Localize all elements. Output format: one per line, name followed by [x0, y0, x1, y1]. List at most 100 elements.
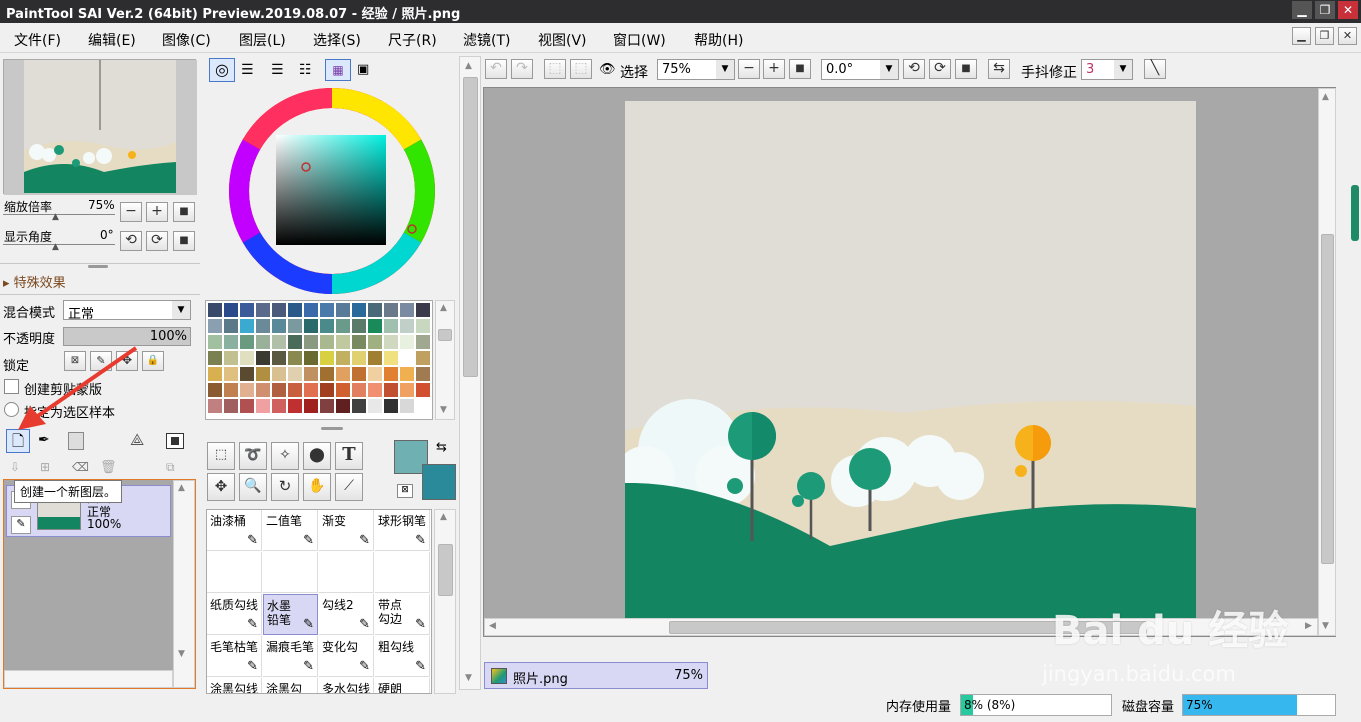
- panel-scrollbar[interactable]: ▲ ▼: [459, 56, 481, 690]
- color-swatch[interactable]: [272, 319, 286, 333]
- splitter-handle[interactable]: [321, 427, 343, 430]
- brush-tool-slot[interactable]: 二值笔 ✎: [263, 510, 318, 551]
- new-vector-layer-icon[interactable]: ✒: [38, 432, 50, 448]
- color-swatch[interactable]: [384, 319, 398, 333]
- brush-tool-slot[interactable]: 纸质勾线 ✎: [207, 594, 262, 635]
- color-swatch[interactable]: [272, 335, 286, 349]
- menu-filter[interactable]: 滤镜(T): [463, 30, 510, 50]
- color-swatch[interactable]: [224, 367, 238, 381]
- color-swatch[interactable]: [272, 399, 286, 413]
- brush-tool-slot[interactable]: 勾线2 ✎: [319, 594, 374, 635]
- brush-tool-slot[interactable]: 油漆桶 ✎: [207, 510, 262, 551]
- color-swatch[interactable]: [400, 399, 414, 413]
- color-swatch[interactable]: [384, 399, 398, 413]
- brush-tool-slot[interactable]: 水墨 铅笔 ✎: [263, 594, 318, 635]
- transfer-down-icon[interactable]: ⇩: [10, 460, 20, 474]
- rotate-ccw-button[interactable]: ⟲: [120, 231, 142, 251]
- menu-edit[interactable]: 编辑(E): [88, 30, 136, 50]
- layer-list-hscrollbar[interactable]: [4, 670, 173, 688]
- doc-minimize-button[interactable]: ▁: [1292, 27, 1311, 45]
- color-swatch[interactable]: [352, 351, 366, 365]
- magic-wand-icon[interactable]: ✧: [271, 442, 299, 470]
- rotate-reset-button[interactable]: ■: [173, 231, 195, 251]
- scratchpad-tab[interactable]: ▣: [357, 62, 369, 77]
- zoom-reset-button[interactable]: ■: [173, 202, 195, 222]
- side-splitter-handle[interactable]: [1351, 185, 1359, 241]
- hsv-slider-tab[interactable]: ☰: [271, 62, 284, 78]
- color-swatch[interactable]: [352, 399, 366, 413]
- stabilizer-select[interactable]: 3 ▼: [1081, 59, 1133, 80]
- angle-slider-handle[interactable]: ▲: [52, 242, 59, 252]
- color-swatch[interactable]: [240, 335, 254, 349]
- color-wheel[interactable]: [227, 86, 437, 296]
- chevron-down-icon[interactable]: ▼: [1114, 60, 1132, 79]
- swap-colors-icon[interactable]: ⇆: [436, 440, 447, 455]
- color-swatch[interactable]: [224, 383, 238, 397]
- scroll-thumb[interactable]: [438, 329, 452, 341]
- scroll-thumb[interactable]: [463, 77, 478, 377]
- chevron-down-icon[interactable]: ▼: [172, 301, 190, 319]
- canvas-zoom-out-button[interactable]: −: [738, 59, 760, 79]
- color-swatch[interactable]: [368, 319, 382, 333]
- color-swatch[interactable]: [224, 303, 238, 317]
- minimize-button[interactable]: ▁: [1292, 1, 1312, 19]
- color-swatch[interactable]: [384, 383, 398, 397]
- scroll-left-icon[interactable]: ◀: [489, 621, 496, 631]
- brush-tool-slot[interactable]: 球形钢笔 ✎: [375, 510, 430, 551]
- color-swatch[interactable]: [416, 303, 430, 317]
- mixer-tab[interactable]: ☷: [299, 62, 312, 78]
- color-swatch[interactable]: [320, 367, 334, 381]
- color-swatch[interactable]: [336, 367, 350, 381]
- move-icon[interactable]: ✥: [207, 473, 235, 501]
- color-swatch[interactable]: [336, 351, 350, 365]
- close-button[interactable]: ✕: [1338, 1, 1358, 19]
- color-swatch[interactable]: [208, 399, 222, 413]
- doc-restore-button[interactable]: ❐: [1315, 27, 1334, 45]
- menu-view[interactable]: 视图(V): [538, 30, 587, 50]
- color-swatch[interactable]: [256, 335, 270, 349]
- color-swatch[interactable]: [416, 335, 430, 349]
- scroll-up-icon[interactable]: ▲: [440, 512, 447, 522]
- scroll-down-icon[interactable]: ▼: [1322, 621, 1329, 631]
- color-swatch[interactable]: [320, 335, 334, 349]
- brush-tool-slot[interactable]: [319, 552, 374, 593]
- color-swatch[interactable]: [240, 351, 254, 365]
- color-swatch[interactable]: [416, 367, 430, 381]
- color-swatch[interactable]: [208, 335, 222, 349]
- color-swatch[interactable]: [240, 367, 254, 381]
- color-swatch[interactable]: [288, 367, 302, 381]
- menu-ruler[interactable]: 尺子(R): [388, 30, 437, 50]
- zoom-slider[interactable]: [3, 214, 115, 215]
- zoom-tool-icon[interactable]: 🔍: [239, 473, 267, 501]
- color-swatch[interactable]: [400, 335, 414, 349]
- color-swatch[interactable]: [384, 335, 398, 349]
- brush-tool-slot[interactable]: [263, 552, 318, 593]
- brush-tool-slot[interactable]: [375, 552, 430, 593]
- color-swatch[interactable]: [272, 367, 286, 381]
- scroll-thumb[interactable]: [1321, 234, 1334, 564]
- eyedropper-icon[interactable]: ⟋: [335, 473, 363, 501]
- color-swatch[interactable]: [352, 335, 366, 349]
- color-swatch[interactable]: [224, 319, 238, 333]
- brush-tool-slot[interactable]: 多水勾线✎: [319, 678, 374, 693]
- eye-icon[interactable]: 👁: [599, 62, 616, 77]
- chevron-down-icon[interactable]: ▼: [716, 60, 734, 79]
- chevron-down-icon[interactable]: ▼: [880, 60, 898, 79]
- undo-button[interactable]: ↶: [485, 59, 507, 79]
- menu-window[interactable]: 窗口(W): [613, 30, 666, 50]
- trash-icon[interactable]: 🗑: [100, 460, 117, 475]
- canvas-rotate-ccw-button[interactable]: ⟲: [903, 59, 925, 79]
- color-swatch[interactable]: [320, 399, 334, 413]
- color-swatch[interactable]: [208, 351, 222, 365]
- color-swatch[interactable]: [304, 399, 318, 413]
- brush-tool-slot[interactable]: [207, 552, 262, 593]
- angle-slider[interactable]: [3, 244, 115, 245]
- deselect-button[interactable]: ⬚: [544, 59, 566, 79]
- color-swatch[interactable]: [256, 303, 270, 317]
- angle-select[interactable]: 0.0° ▼: [821, 59, 899, 80]
- swatch-grid[interactable]: [205, 300, 433, 420]
- doc-close-button[interactable]: ✕: [1338, 27, 1357, 45]
- color-swatch[interactable]: [272, 351, 286, 365]
- scroll-thumb[interactable]: [438, 544, 453, 596]
- color-swatch[interactable]: [288, 303, 302, 317]
